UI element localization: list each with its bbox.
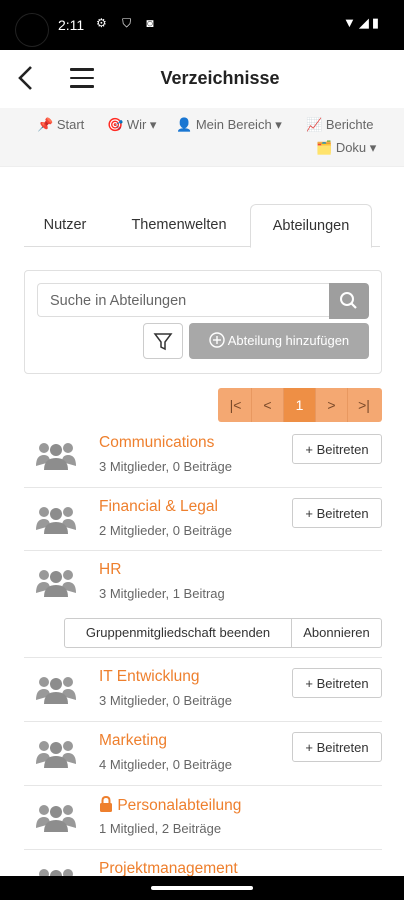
subscribe-button[interactable]: Abonnieren — [292, 619, 381, 647]
nav-mein-bereich[interactable]: 👤 Mein Bereich ▾ — [176, 117, 282, 133]
join-button[interactable]: + Beitreten — [292, 668, 382, 698]
home-handle[interactable] — [151, 886, 253, 890]
page-current[interactable]: 1 — [284, 388, 316, 422]
group-icon — [36, 567, 76, 604]
page-first-button[interactable]: |< — [220, 388, 252, 422]
department-meta: 3 Mitglieder, 0 Beiträge — [99, 693, 232, 708]
department-meta: 2 Mitglieder, 0 Beiträge — [99, 523, 232, 538]
department-row: Personalabteilung 1 Mitglied, 2 Beiträge — [24, 785, 382, 849]
search-button[interactable] — [329, 283, 369, 319]
hr-action-group: Gruppenmitgliedschaft beenden Abonnieren — [64, 618, 382, 648]
nav-start[interactable]: 📌 Start — [37, 117, 84, 133]
top-nav: 📌 Start 🎯 Wir ▾ 👤 Mein Bereich ▾ 📈 Beric… — [0, 108, 404, 167]
search-panel: Suche in Abteilungen Abteilung hinzufüge… — [24, 270, 382, 374]
department-row: Financial & Legal 2 Mitglieder, 0 Beiträ… — [24, 487, 382, 551]
plus-circle-icon — [209, 332, 225, 348]
target-icon: 🎯 — [107, 117, 124, 132]
group-icon — [36, 802, 76, 839]
tab-abteilungen[interactable]: Abteilungen — [250, 204, 372, 248]
group-icon — [36, 674, 76, 711]
directory-tabs: Nutzer Themenwelten Abteilungen — [24, 204, 380, 248]
page-prev-button[interactable]: < — [252, 388, 284, 422]
department-name[interactable]: Financial & Legal — [99, 498, 218, 516]
app-bar: Verzeichnisse — [0, 50, 404, 109]
department-name[interactable]: HR — [99, 561, 121, 579]
department-meta: 3 Mitglieder, 0 Beiträge — [99, 459, 232, 474]
department-name[interactable]: Communications — [99, 434, 214, 452]
camera-cutout — [16, 14, 48, 46]
page-next-button[interactable]: > — [316, 388, 348, 422]
department-name-locked[interactable]: Personalabteilung — [99, 795, 241, 815]
department-row: Projektmanagement — [24, 849, 382, 877]
join-button[interactable]: + Beitreten — [292, 434, 382, 464]
page-last-button[interactable]: >| — [348, 388, 380, 422]
chart-icon: 📈 — [306, 117, 323, 132]
status-bar: 2:11 ⚙ ⛉ ◙ ▼◢▮ — [0, 0, 404, 50]
add-department-label: Abteilung hinzufügen — [227, 333, 350, 348]
department-meta: 3 Mitglieder, 1 Beitrag — [99, 586, 225, 601]
page-title: Verzeichnisse — [160, 68, 280, 88]
pagination: |< < 1 > >| — [218, 388, 382, 422]
department-name[interactable]: IT Entwicklung — [99, 668, 200, 686]
department-name[interactable]: Marketing — [99, 732, 167, 750]
department-name[interactable]: Projektmanagement — [99, 860, 238, 877]
group-icon — [36, 738, 76, 775]
filter-button[interactable] — [143, 323, 183, 359]
department-row: Communications 3 Mitglieder, 0 Beiträge … — [24, 424, 382, 486]
tab-nutzer[interactable]: Nutzer — [24, 204, 106, 246]
user-icon: 👤 — [176, 117, 193, 132]
search-icon — [340, 292, 357, 309]
department-meta: 1 Mitglied, 2 Beiträge — [99, 821, 222, 836]
group-icon — [36, 440, 76, 477]
department-row: IT Entwicklung 3 Mitglieder, 0 Beiträge … — [24, 657, 382, 721]
tab-themenwelten[interactable]: Themenwelten — [114, 204, 244, 246]
filter-icon — [153, 333, 173, 351]
notification-icons: ⚙ ⛉ ◙ — [96, 16, 160, 30]
leave-group-button[interactable]: Gruppenmitgliedschaft beenden — [65, 619, 292, 647]
nav-doku[interactable]: 🗂️ Doku ▾ — [316, 140, 376, 156]
join-button[interactable]: + Beitreten — [292, 732, 382, 762]
nav-wir[interactable]: 🎯 Wir ▾ — [107, 117, 156, 133]
nav-berichte[interactable]: 📈 Berichte — [306, 117, 374, 133]
status-time: 2:11 — [58, 17, 85, 33]
pin-icon: 📌 — [37, 117, 54, 132]
lock-icon — [100, 795, 112, 812]
folder-icon: 🗂️ — [316, 140, 333, 155]
gesture-nav-bar — [0, 876, 404, 900]
group-icon — [36, 504, 76, 541]
department-row: Marketing 4 Mitglieder, 0 Beiträge + Bei… — [24, 721, 382, 785]
signal-battery-icons: ▼◢▮ — [342, 15, 382, 30]
add-department-button[interactable]: Abteilung hinzufügen — [189, 323, 369, 359]
join-button[interactable]: + Beitreten — [292, 498, 382, 528]
department-meta: 4 Mitglieder, 0 Beiträge — [99, 757, 232, 772]
search-input[interactable]: Suche in Abteilungen — [37, 283, 329, 317]
